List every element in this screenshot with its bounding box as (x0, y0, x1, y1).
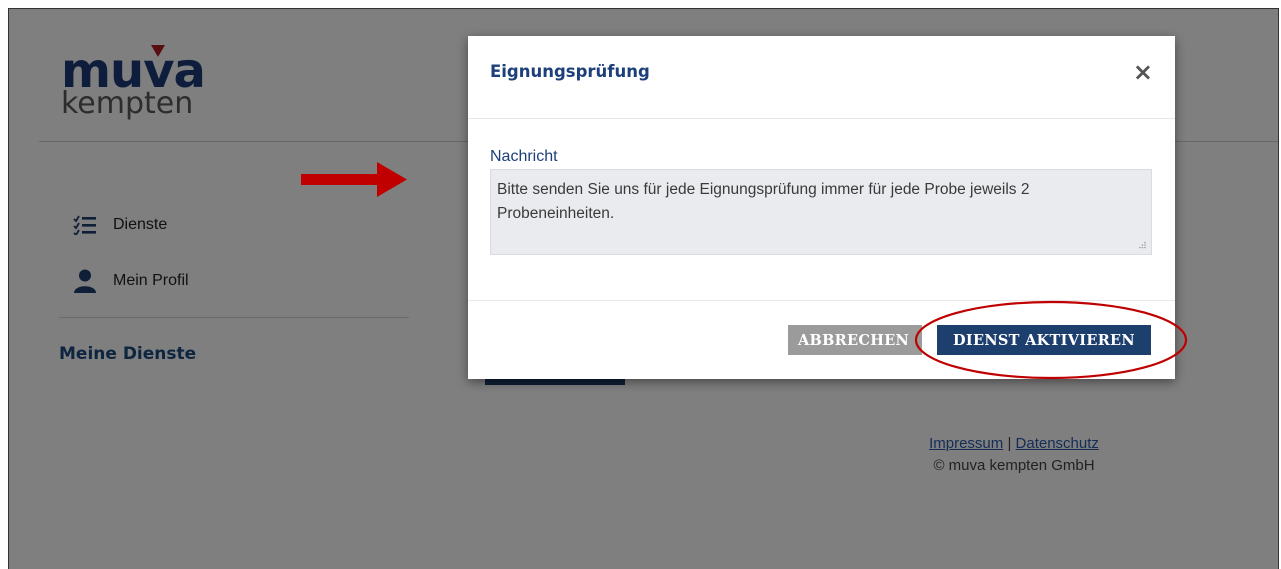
modal-title: Eignungsprüfung (490, 62, 650, 81)
nachricht-label: Nachricht (490, 148, 558, 165)
screen-frame: muva kempten Dienste (8, 8, 1279, 569)
modal-header: Eignungsprüfung × (468, 36, 1175, 119)
annotation-ellipse-icon (914, 300, 1188, 380)
close-icon[interactable]: × (1133, 60, 1153, 84)
resize-grip-icon[interactable] (1138, 241, 1146, 249)
cancel-button[interactable]: ABBRECHEN (788, 325, 922, 355)
message-textarea[interactable]: Bitte senden Sie uns für jede Eignungspr… (490, 169, 1152, 255)
annotation-arrow-icon (301, 162, 407, 197)
